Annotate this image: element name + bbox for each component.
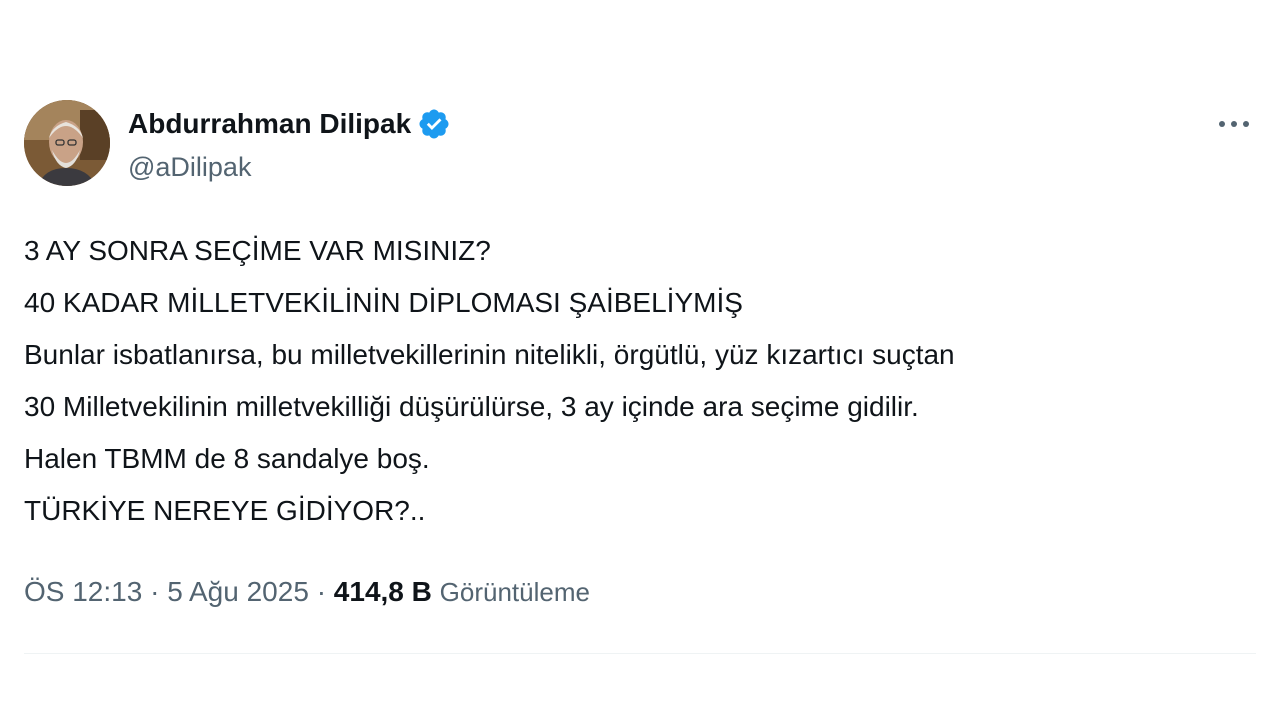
display-name[interactable]: Abdurrahman Dilipak bbox=[128, 106, 411, 142]
tweet-text-line: Bunlar isbatlanırsa, bu milletvekillerin… bbox=[24, 339, 955, 370]
tweet-text-line: Halen TBMM de 8 sandalye boş. bbox=[24, 443, 430, 474]
tweet-time[interactable]: ÖS 12:13 bbox=[24, 576, 142, 607]
avatar-image bbox=[24, 100, 110, 186]
tweet-text: 3 AY SONRA SEÇİME VAR MISINIZ? 40 KADAR … bbox=[24, 225, 1256, 537]
tweet-meta: ÖS 12:13 · 5 Ağu 2025 · 414,8 B Görüntül… bbox=[24, 572, 590, 612]
more-options-button[interactable] bbox=[1212, 104, 1256, 144]
verified-badge-icon[interactable] bbox=[417, 107, 451, 141]
avatar[interactable] bbox=[24, 100, 110, 186]
tweet-text-line: 30 Milletvekilinin milletvekilliği düşür… bbox=[24, 391, 919, 422]
author-handle[interactable]: @aDilipak bbox=[128, 150, 251, 184]
tweet-text-line: 40 KADAR MİLLETVEKİLİNİN DİPLOMASI ŞAİBE… bbox=[24, 287, 743, 318]
meta-separator: · bbox=[150, 576, 160, 607]
meta-separator: · bbox=[316, 576, 327, 607]
author-name-row[interactable]: Abdurrahman Dilipak bbox=[128, 106, 451, 142]
views-count: 414,8 B bbox=[333, 576, 432, 607]
tweet-date[interactable]: 5 Ağu 2025 bbox=[167, 576, 309, 607]
divider bbox=[24, 653, 1256, 654]
tweet-text-line: 3 AY SONRA SEÇİME VAR MISINIZ? bbox=[24, 235, 491, 266]
tweet-text-line: TÜRKİYE NEREYE GİDİYOR?.. bbox=[24, 495, 426, 526]
tweet-card: Abdurrahman Dilipak @aDilipak 3 AY SONRA… bbox=[0, 0, 1280, 720]
more-horizontal-icon bbox=[1219, 121, 1249, 127]
views-label: Görüntüleme bbox=[439, 577, 590, 607]
